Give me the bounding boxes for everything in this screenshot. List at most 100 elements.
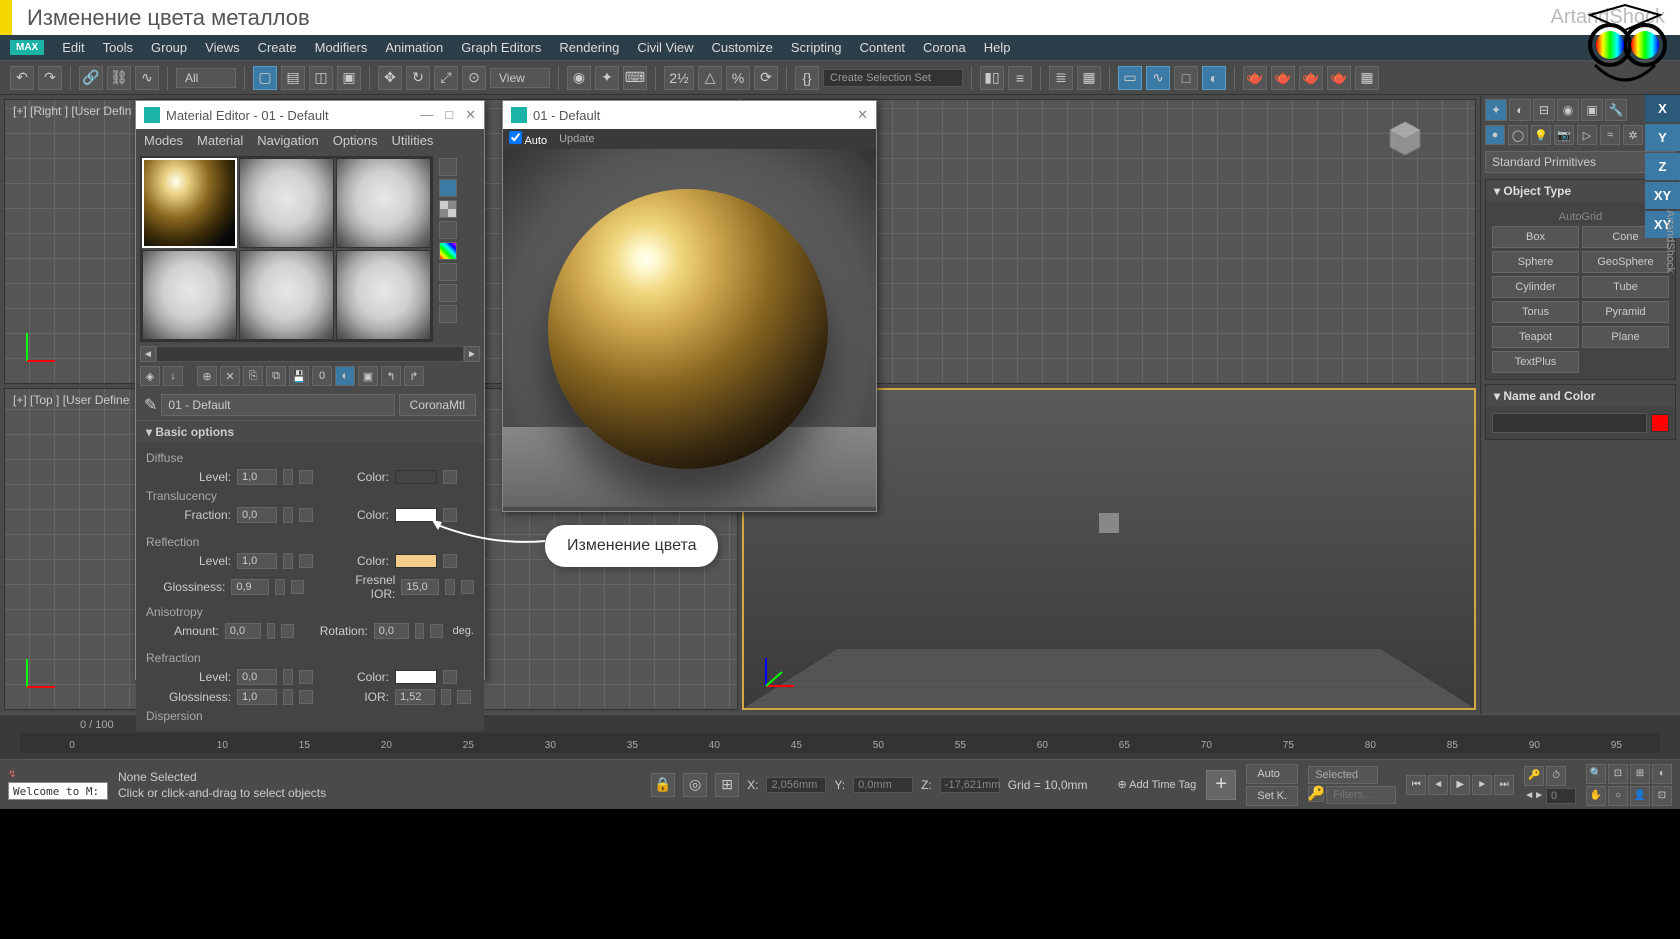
mat-menu-options[interactable]: Options (333, 133, 378, 148)
systems-icon[interactable]: ✲ (1623, 125, 1643, 145)
curve-editor-button[interactable]: ∿ (1146, 66, 1170, 90)
zoom-icon[interactable]: 🔍 (1586, 764, 1606, 784)
menu-customize[interactable]: Customize (712, 40, 773, 55)
material-sample-5[interactable] (239, 250, 334, 340)
ribbon-button[interactable]: ▭ (1118, 66, 1142, 90)
shapes-icon[interactable]: ◯ (1508, 125, 1528, 145)
material-type-button[interactable]: CoronaMtl (399, 394, 476, 416)
align-button[interactable]: ≡ (1008, 66, 1032, 90)
tube-button[interactable]: Tube (1582, 276, 1669, 298)
select-by-mat-icon[interactable] (439, 305, 457, 323)
toggle-layer-button[interactable]: ▦ (1077, 66, 1101, 90)
aniso-amount-spinner[interactable]: 0,0 (225, 623, 261, 639)
snap-2d-button[interactable]: 2½ (664, 66, 694, 90)
y-constraint-tab[interactable]: Y (1645, 124, 1680, 151)
sample-uv-icon[interactable] (439, 221, 457, 239)
aniso-rotation-spinner[interactable]: 0,0 (374, 623, 410, 639)
keyboard-button[interactable]: ⌨ (623, 66, 647, 90)
goto-end-icon[interactable]: ⏭ (1494, 775, 1514, 795)
hierarchy-tab[interactable]: ⊟ (1533, 99, 1555, 121)
slot-0-icon[interactable]: 0 (312, 366, 332, 386)
cameras-icon[interactable]: 📷 (1554, 125, 1574, 145)
mat-menu-utilities[interactable]: Utilities (392, 133, 434, 148)
close-icon[interactable]: ✕ (857, 107, 868, 123)
menu-scripting[interactable]: Scripting (791, 40, 842, 55)
close-icon[interactable]: ✕ (465, 107, 476, 123)
material-sample-2[interactable] (239, 158, 334, 248)
box-button[interactable]: Box (1492, 226, 1579, 248)
render-button[interactable]: 🫖 (1299, 66, 1323, 90)
select-name-button[interactable]: ▤ (281, 66, 305, 90)
reflection-gloss-spinner[interactable]: 0,9 (231, 579, 269, 595)
auto-key-button[interactable]: Auto (1246, 764, 1298, 784)
app-icon[interactable]: MAX (10, 40, 44, 55)
copy-icon[interactable]: ⎘ (243, 366, 263, 386)
reflection-color-swatch[interactable] (395, 554, 437, 568)
key-filters-input[interactable] (1326, 786, 1396, 804)
menu-group[interactable]: Group (151, 40, 187, 55)
menu-create[interactable]: Create (258, 40, 297, 55)
options-icon[interactable] (439, 284, 457, 302)
mat-menu-navigation[interactable]: Navigation (257, 133, 318, 148)
basic-options-header[interactable]: ▾ Basic options (136, 421, 484, 443)
material-editor-button[interactable]: ◐ (1202, 66, 1226, 90)
rotate-button[interactable]: ↻ (406, 66, 430, 90)
zoom-all-icon[interactable]: ⊡ (1608, 764, 1628, 784)
translucency-fraction-spinner[interactable]: 0,0 (237, 507, 277, 523)
get-material-icon[interactable]: ◈ (140, 366, 160, 386)
refraction-color-swatch[interactable] (395, 670, 437, 684)
textplus-button[interactable]: TextPlus (1492, 351, 1579, 373)
scroll-left-icon[interactable]: ◄ (140, 346, 156, 362)
create-tab[interactable]: ✦ (1485, 99, 1507, 121)
mat-menu-modes[interactable]: Modes (144, 133, 183, 148)
menu-corona[interactable]: Corona (923, 40, 966, 55)
locate-icon[interactable]: ⊞ (715, 773, 739, 797)
instance-icon[interactable]: ⧉ (266, 366, 286, 386)
layer-button[interactable]: ≣ (1049, 66, 1073, 90)
fov-icon[interactable]: ◐ (1652, 764, 1672, 784)
render-iterative-button[interactable]: 🫖 (1327, 66, 1351, 90)
manipulate-button[interactable]: ✦ (595, 66, 619, 90)
pyramid-button[interactable]: Pyramid (1582, 301, 1669, 323)
key-filter-icon[interactable]: 🔑 (1308, 786, 1324, 802)
redo-button[interactable]: ↷ (38, 66, 62, 90)
backlight-icon[interactable] (439, 179, 457, 197)
sample-type-icon[interactable] (439, 158, 457, 176)
time-config-icon[interactable]: ⏱ (1546, 766, 1566, 786)
go-parent-icon[interactable]: ↰ (381, 366, 401, 386)
preview-titlebar[interactable]: 01 - Default ✕ (503, 101, 876, 129)
teapot-button[interactable]: Teapot (1492, 326, 1579, 348)
reflection-level-spinner[interactable]: 1,0 (237, 553, 277, 569)
scroll-right-icon[interactable]: ► (464, 346, 480, 362)
diffuse-level-map-button[interactable] (299, 470, 313, 484)
percent-snap-button[interactable]: % (726, 66, 750, 90)
bind-button[interactable]: ∿ (135, 66, 159, 90)
pan-icon[interactable]: ✋ (1586, 786, 1606, 806)
placement-button[interactable]: ⊙ (462, 66, 486, 90)
material-name-dropdown[interactable]: 01 - Default (161, 394, 394, 416)
diffuse-color-swatch[interactable] (395, 470, 437, 484)
current-frame-input[interactable]: 0 (1546, 788, 1576, 804)
geosphere-button[interactable]: GeoSphere (1582, 251, 1669, 273)
plane-button[interactable]: Plane (1582, 326, 1669, 348)
set-key-button[interactable]: Set K. (1246, 786, 1298, 806)
z-coord-input[interactable]: -17,621mm (940, 777, 1000, 793)
x-coord-input[interactable]: 2,056mm (766, 777, 826, 793)
object-name-input[interactable] (1492, 413, 1647, 433)
video-check-icon[interactable] (439, 242, 457, 260)
isolate-icon[interactable]: ◎ (683, 773, 707, 797)
prev-frame-icon[interactable]: ◄ (1428, 775, 1448, 795)
spinner-snap-button[interactable]: ⟳ (754, 66, 778, 90)
viewcube-icon[interactable] (1380, 112, 1430, 162)
torus-button[interactable]: Torus (1492, 301, 1579, 323)
angle-snap-button[interactable]: △ (698, 66, 722, 90)
minimize-icon[interactable]: — (420, 107, 433, 123)
geometry-icon[interactable]: ● (1485, 125, 1505, 145)
space-warps-icon[interactable]: ≈ (1600, 125, 1620, 145)
show-end-icon[interactable]: ▣ (358, 366, 378, 386)
next-frame-icon[interactable]: ► (1472, 775, 1492, 795)
fresnel-ior-spinner[interactable]: 15,0 (401, 579, 439, 595)
put-to-scene-icon[interactable]: ↓ (163, 366, 183, 386)
schematic-button[interactable]: □ (1174, 66, 1198, 90)
min-max-icon[interactable]: ⊡ (1652, 786, 1672, 806)
